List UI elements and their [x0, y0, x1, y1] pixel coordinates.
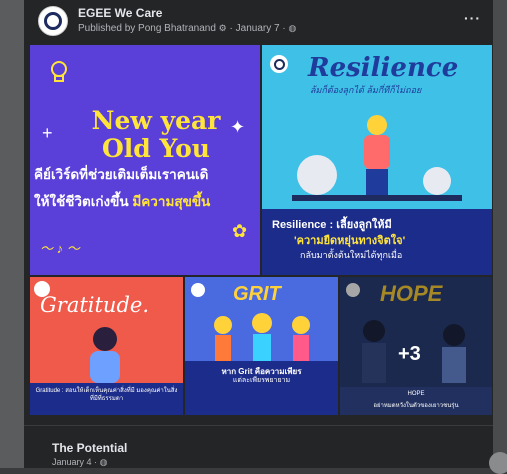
right-edge	[493, 0, 507, 468]
gratitude-title: Gratitude.	[40, 293, 149, 317]
caption-title: HOPE	[407, 391, 425, 397]
separator-dot: ·	[229, 23, 233, 34]
next-post-meta: January 4 · ◍	[52, 457, 107, 468]
balance-illustration	[292, 115, 462, 201]
logo-icon	[270, 55, 288, 73]
photo-grit[interactable]: GRIT หาก Grit คือความเพียร แต่ละเพียรพยา…	[185, 277, 338, 415]
photo-resilience[interactable]: Resilience ล้มก็ต้องลุกได้ ล้มกี่ทีก็ไม่…	[262, 45, 492, 275]
page-name[interactable]: EGEE We Care	[78, 6, 162, 20]
next-post-title[interactable]: The Potential	[52, 441, 127, 455]
caption-text: Gratitude : สอนให้เด็กเห็นคุณค่าสิ่งที่ม…	[35, 388, 178, 402]
caption-subtext: กลับมาตั้งต้นใหม่ได้ทุกเมื่อ	[300, 250, 403, 260]
separator-dot: ·	[282, 23, 286, 34]
headline: New year Old You	[76, 107, 236, 163]
post-meta: Published by Pong Bhatranand ⚙ · January…	[78, 23, 296, 34]
more-photos-count[interactable]: +3	[398, 343, 421, 366]
thai-subtitle: ให้ใช้ชีวิตเก่งขึ้น มีความสุขขึ้น	[34, 190, 210, 212]
headline-line: New year	[91, 106, 221, 135]
caption-text: หาก Grit คือความเพียร แต่ละเพียรพยายาม	[189, 367, 334, 385]
scroll-button[interactable]	[489, 452, 507, 474]
sparkle-icon: +	[42, 123, 53, 143]
grit-title: GRIT	[233, 283, 281, 305]
post-date[interactable]: January 7	[236, 23, 280, 34]
flower-icon: ✿	[232, 221, 248, 241]
photo-gratitude[interactable]: Gratitude. Gratitude : สอนให้เด็กเห็นคุณ…	[30, 277, 183, 415]
photo-new-year-old-you[interactable]: + ✦ New year Old You คีย์เวิร์ดที่ช่วยเต…	[30, 45, 260, 275]
left-edge	[0, 0, 24, 468]
caption-highlight: 'ความยืดหยุ่นทางจิตใจ'	[294, 235, 406, 247]
girl-illustration	[90, 327, 120, 383]
resilience-subtitle: ล้มก็ต้องลุกได้ ล้มกี่ทีก็ไม่ถอย	[310, 85, 422, 95]
thai-subtitle-highlight: มีความสุขขึ้น	[132, 194, 211, 209]
logo-icon	[44, 12, 62, 30]
gear-icon: ⚙	[218, 23, 227, 33]
post-header: EGEE We Care Published by Pong Bhatranan…	[24, 0, 493, 44]
separator-dot: ·	[94, 457, 98, 467]
globe-icon: ◍	[99, 457, 108, 467]
thai-subtitle: คีย์เวิร์ดที่ช่วยเติมเต็มเราคนเดิ	[34, 167, 209, 182]
published-by[interactable]: Published by Pong Bhatranand	[78, 23, 216, 34]
caption-line: หาก Grit คือความเพียร	[221, 367, 302, 376]
lightbulb-icon	[51, 61, 67, 82]
thai-subtitle-part: ให้ใช้ชีวิตเก่งขึ้น	[34, 194, 129, 209]
photo-hope[interactable]: HOPE +3 HOPE อย่าหมดหวังในตัวของเยาวชนรุ…	[340, 277, 492, 415]
logo-icon	[191, 283, 205, 297]
post-divider	[24, 425, 493, 426]
caption-text: อย่าหมดหวังในตัวของเยาวชนรุ่น	[373, 403, 459, 409]
caption-line: แต่ละเพียรพยายาม	[232, 377, 291, 384]
resilience-title: Resilience	[308, 53, 459, 83]
more-options-button[interactable]: ···	[464, 10, 481, 26]
globe-icon: ◍	[288, 23, 297, 33]
headline-line: Old You	[102, 134, 210, 163]
next-post-date[interactable]: January 4	[52, 457, 92, 467]
post-card: EGEE We Care Published by Pong Bhatranan…	[24, 0, 493, 468]
page-avatar[interactable]	[38, 6, 68, 36]
squiggle-decoration: ～ ♪ ～	[40, 241, 80, 256]
kids-illustration	[214, 313, 310, 361]
